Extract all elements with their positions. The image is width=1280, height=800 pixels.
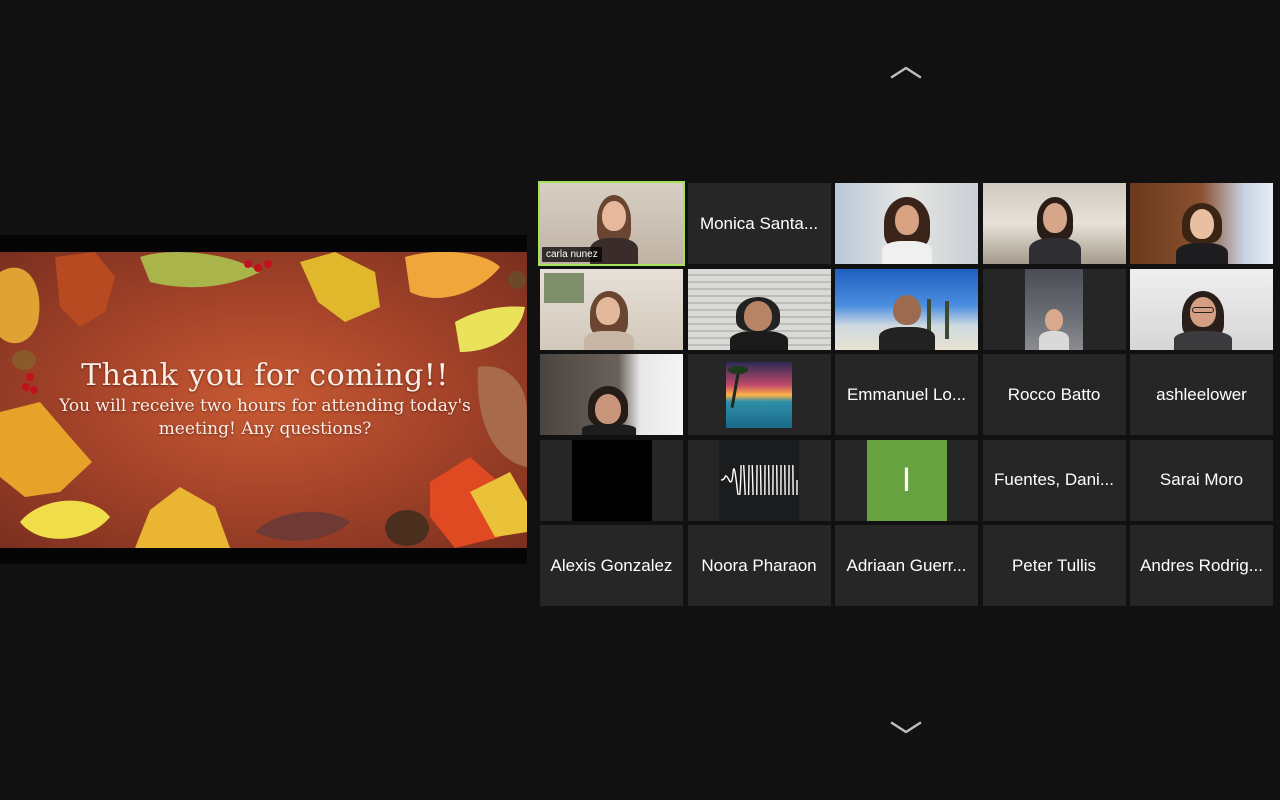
- participant-tile[interactable]: [687, 354, 831, 435]
- participant-name: ashleelower: [1156, 384, 1247, 404]
- participant-tile[interactable]: [687, 439, 831, 521]
- participant-tile[interactable]: [835, 268, 978, 350]
- participant-name: Adriaan Guerr...: [846, 555, 967, 575]
- chevron-up-icon: [890, 66, 922, 79]
- participant-video: [1130, 268, 1273, 350]
- participant-name: Alexis Gonzalez: [550, 555, 673, 575]
- participant-video: [982, 183, 1126, 264]
- participant-tile[interactable]: Monica Santa...: [687, 183, 831, 264]
- participant-name: Andres Rodrig...: [1140, 555, 1263, 575]
- participant-tile[interactable]: [835, 183, 978, 264]
- presentation-slide: Thank you for coming!! You will receive …: [0, 252, 527, 548]
- participant-tile[interactable]: Sarai Moro: [1130, 439, 1273, 521]
- initial-avatar: I: [866, 439, 947, 521]
- waveform-avatar: [719, 439, 799, 521]
- participant-tile[interactable]: Fuentes, Dani...: [982, 439, 1126, 521]
- sunset-beach-avatar-image: [726, 361, 792, 428]
- slide-title: Thank you for coming!!: [81, 358, 449, 393]
- shared-screen: Thank you for coming!! You will receive …: [0, 235, 527, 564]
- participant-tile[interactable]: Alexis Gonzalez: [540, 525, 683, 606]
- participant-name: Monica Santa...: [699, 213, 819, 233]
- slide-subtitle-line-1: You will receive two hours for attending…: [59, 396, 471, 416]
- participant-name: Fuentes, Dani...: [993, 470, 1114, 489]
- participant-name-tag: carla nunez: [542, 247, 602, 262]
- slide-subtitle-line-2: meeting! Any questions?: [158, 419, 372, 439]
- avatar-initial: I: [901, 460, 912, 499]
- participant-video: [540, 354, 683, 435]
- participant-tile[interactable]: [1130, 268, 1273, 350]
- participant-tile[interactable]: [1130, 183, 1273, 264]
- black-video-feed: [571, 439, 652, 521]
- participant-tile[interactable]: ashleelower: [1130, 354, 1273, 435]
- participant-tile[interactable]: [540, 268, 683, 350]
- participant-tile[interactable]: [687, 268, 831, 350]
- participant-video: [835, 183, 978, 264]
- participant-tile[interactable]: [540, 439, 683, 521]
- participant-tile[interactable]: [982, 183, 1126, 264]
- participant-tile-carla-nunez[interactable]: carla nunez: [538, 181, 685, 266]
- participant-tile[interactable]: Adriaan Guerr...: [835, 525, 978, 606]
- participant-video: [835, 268, 978, 350]
- participant-name: Noora Pharaon: [701, 555, 817, 575]
- participant-grid: carla nunez Monica Santa... Emmanuel Lo.…: [538, 181, 1273, 606]
- participant-tile[interactable]: Noora Pharaon: [687, 525, 831, 606]
- meeting-window: Thank you for coming!! You will receive …: [0, 0, 1280, 800]
- participant-video: [687, 268, 831, 350]
- participant-name: Rocco Batto: [1007, 384, 1101, 404]
- participant-name: Sarai Moro: [1159, 470, 1244, 489]
- page-up-button[interactable]: [886, 61, 926, 83]
- sound-waveform-icon: [720, 465, 798, 495]
- participant-tile[interactable]: Rocco Batto: [982, 354, 1126, 435]
- participant-video: [982, 268, 1126, 350]
- participant-tile[interactable]: Andres Rodrig...: [1130, 525, 1273, 606]
- chevron-down-icon: [890, 721, 922, 734]
- participant-video: [1130, 183, 1273, 264]
- participant-tile[interactable]: I: [835, 439, 978, 521]
- participant-video: [540, 268, 683, 350]
- participant-tile[interactable]: [540, 354, 683, 435]
- participant-name: Peter Tullis: [1011, 555, 1097, 575]
- participant-name: Emmanuel Lo...: [846, 384, 967, 404]
- page-down-button[interactable]: [886, 717, 926, 739]
- slide-text-block: Thank you for coming!! You will receive …: [40, 358, 490, 440]
- participant-tile[interactable]: Peter Tullis: [982, 525, 1126, 606]
- participant-tile[interactable]: Emmanuel Lo...: [835, 354, 978, 435]
- participant-tile[interactable]: [982, 268, 1126, 350]
